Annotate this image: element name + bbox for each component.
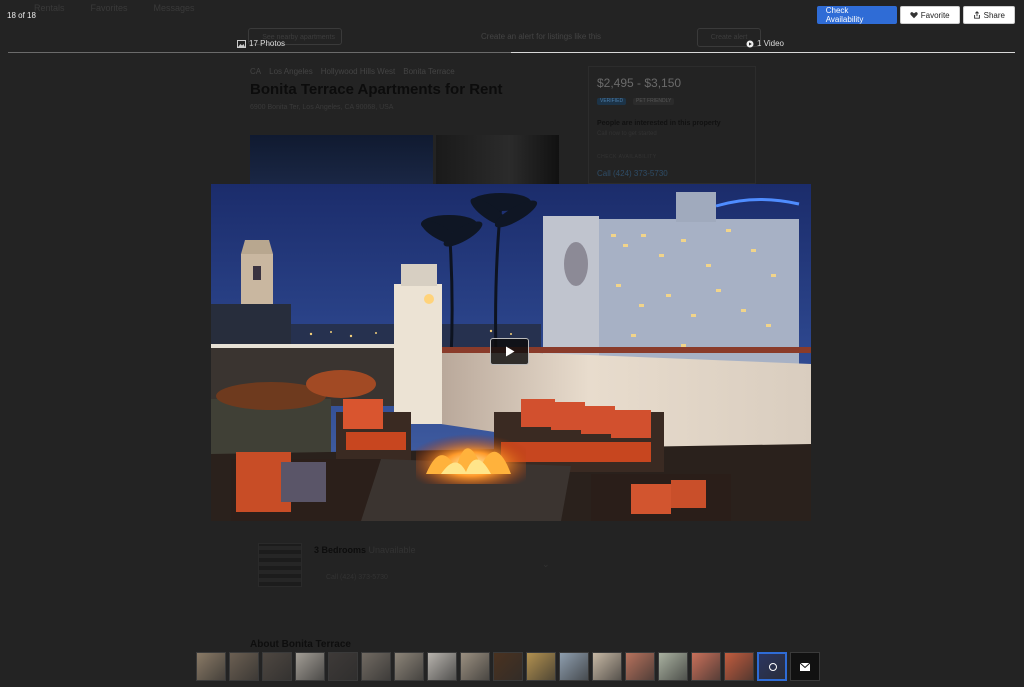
floorplan-thumbnail [258,543,302,587]
secondary-photo [436,135,559,185]
play-button[interactable] [490,338,529,365]
floorplan-status: Unavailable [368,545,416,555]
breadcrumb-item: CA [250,67,262,76]
verified-badge: VERIFIED [597,98,627,105]
check-availability-button[interactable]: Check Availability [816,6,897,24]
thumbnail-strip [196,652,820,681]
photo-thumbnail[interactable] [229,652,259,681]
mail-icon [800,662,810,671]
play-icon [505,346,514,357]
photo-thumbnail[interactable] [559,652,589,681]
interest-subtitle: Call now to get started [597,131,657,137]
tab-photos-label: 17 Photos [249,39,286,48]
nav-favorites: Favorites [90,3,128,13]
photo-thumbnail[interactable] [460,652,490,681]
breadcrumb-item: Bonita Terrace [403,67,455,76]
photo-thumbnail[interactable] [262,652,292,681]
favorite-label: Favorite [920,10,950,20]
chevron-down-icon: ⌄ [542,559,550,569]
photo-thumbnail[interactable] [361,652,391,681]
property-address: 6900 Bonita Ter, Los Angeles, CA 90068, … [250,104,394,111]
nav-messages: Messages [153,3,195,13]
share-button[interactable]: Share [962,6,1015,24]
breadcrumb-item: Hollywood Hills West [320,67,396,76]
main-video[interactable] [211,184,811,521]
floorplan-call: Call (424) 373-5730 [326,574,388,581]
price-range: $2,495 - $3,150 [597,76,682,90]
breadcrumb: CA Los Angeles Hollywood Hills West Boni… [250,67,455,76]
photo-counter: 18 of 18 [7,11,36,20]
photo-thumbnail[interactable] [724,652,754,681]
photo-thumbnail[interactable] [328,652,358,681]
contact-thumbnail[interactable] [790,652,820,681]
about-heading: About Bonita Terrace [250,639,351,650]
background-nav: Rentals Favorites Messages [34,3,195,13]
video-thumbnail[interactable] [757,652,787,681]
breadcrumb-item: Los Angeles [269,67,313,76]
photo-icon [237,39,246,48]
video-icon [746,40,754,47]
tab-video-label: 1 Video [757,39,784,48]
photo-thumbnail[interactable] [658,652,688,681]
check-availability-label: CHECK AVAILABILITY [597,154,657,160]
tab-photos[interactable]: 17 Photos [237,39,285,48]
photo-thumbnail[interactable] [592,652,622,681]
nav-rentals: Rentals [34,3,65,13]
gallery-actions: Check Availability Favorite Share [816,6,1015,24]
photo-thumbnail[interactable] [691,652,721,681]
pet-friendly-badge: PET FRIENDLY [633,98,675,105]
floorplan-title: 3 Bedrooms Unavailable [314,545,416,555]
play-icon [769,663,777,671]
favorite-button[interactable]: Favorite [899,6,960,24]
photo-thumbnail[interactable] [625,652,655,681]
photo-thumbnail[interactable] [427,652,457,681]
active-tab-indicator [511,52,1015,53]
hero-photo [250,135,433,185]
share-icon [973,11,980,19]
tab-video[interactable]: 1 Video [746,39,784,48]
phone-link: Call (424) 373-5730 [597,169,668,178]
photo-thumbnail[interactable] [394,652,424,681]
heart-icon [910,12,918,19]
photo-thumbnail[interactable] [196,652,226,681]
share-label: Share [983,10,1005,20]
photo-thumbnail[interactable] [295,652,325,681]
page-title: Bonita Terrace Apartments for Rent [250,81,503,98]
photo-thumbnail[interactable] [493,652,523,681]
photo-thumbnail[interactable] [526,652,556,681]
floorplan-beds: 3 Bedrooms [314,545,367,555]
media-tabs: 17 Photos 1 Video [8,37,1015,54]
interest-title: People are interested in this property [597,120,721,127]
